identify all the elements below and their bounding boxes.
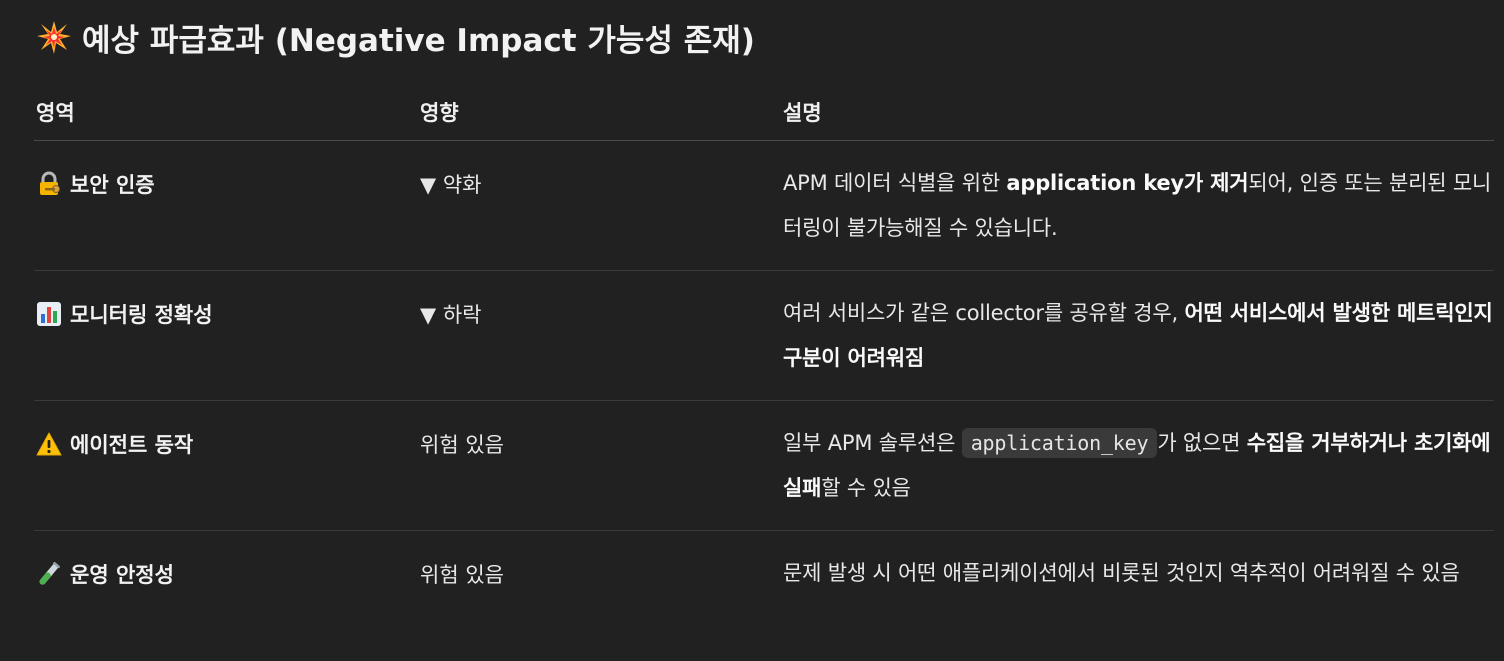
description-cell: 일부 APM 솔루션은 application_key 가 없으면 수집을 거부하… — [783, 421, 1494, 511]
warning-icon — [36, 432, 62, 456]
area-cell: 에이전트 동작 — [36, 427, 420, 461]
test-tube-icon — [39, 561, 61, 585]
table-row: 에이전트 동작 위험 있음 일부 APM 솔루션은 application_ke… — [34, 401, 1494, 531]
bar-chart-icon — [37, 302, 61, 326]
header-area: 영역 — [36, 101, 75, 125]
area-label: 보안 인증 — [70, 173, 155, 197]
area-cell: 운영 안정성 — [36, 557, 420, 591]
description-text: APM 데이터 식별을 위한 — [783, 171, 1007, 195]
impact-cell: ▼ 하락 — [420, 303, 482, 327]
collision-icon — [37, 21, 71, 54]
table-row: 보안 인증 ▼ 약화 APM 데이터 식별을 위한 application ke… — [34, 141, 1494, 271]
description-cell: 여러 서비스가 같은 collector를 공유할 경우, 어떤 서비스에서 발… — [783, 291, 1494, 381]
impact-cell: 위험 있음 — [420, 563, 504, 587]
impact-table: 영역 영향 설명 보안 인증 ▼ 약화 APM 데이터 식별을 위한 appli… — [34, 84, 1494, 661]
area-cell: 보안 인증 — [36, 167, 420, 201]
area-cell: 모니터링 정확성 — [36, 297, 420, 331]
inline-code: application_key — [961, 428, 1158, 458]
description-bold: application key가 제거 — [1006, 171, 1249, 195]
section-heading: 예상 파급효과 (Negative Impact 가능성 존재) — [36, 14, 755, 60]
impact-cell: 위험 있음 — [420, 433, 504, 457]
heading-text: 예상 파급효과 (Negative Impact 가능성 존재) — [82, 22, 755, 59]
header-description: 설명 — [783, 101, 822, 125]
description-cell: APM 데이터 식별을 위한 application key가 제거되어, 인증… — [783, 161, 1494, 251]
description-text: 문제 발생 시 어떤 애플리케이션에서 비롯된 것인지 역추적이 어려워질 수 … — [783, 561, 1460, 585]
table-row: 운영 안정성 위험 있음 문제 발생 시 어떤 애플리케이션에서 비롯된 것인지… — [34, 531, 1494, 661]
area-label: 에이전트 동작 — [70, 433, 194, 457]
description-cell: 문제 발생 시 어떤 애플리케이션에서 비롯된 것인지 역추적이 어려워질 수 … — [783, 551, 1494, 596]
description-text: 여러 서비스가 같은 collector를 공유할 경우, — [783, 301, 1185, 325]
area-label: 모니터링 정확성 — [70, 303, 213, 327]
impact-cell: ▼ 약화 — [420, 173, 482, 197]
table-row: 모니터링 정확성 ▼ 하락 여러 서비스가 같은 collector를 공유할 … — [34, 271, 1494, 401]
description-text: 가 없으면 — [1157, 431, 1247, 455]
description-text: 할 수 있음 — [821, 476, 911, 500]
header-impact: 영향 — [420, 101, 459, 125]
table-header: 영역 영향 설명 — [34, 84, 1494, 141]
locked-with-key-icon — [40, 171, 60, 195]
area-label: 운영 안정성 — [70, 563, 174, 587]
description-text: 일부 APM 솔루션은 — [783, 431, 962, 455]
